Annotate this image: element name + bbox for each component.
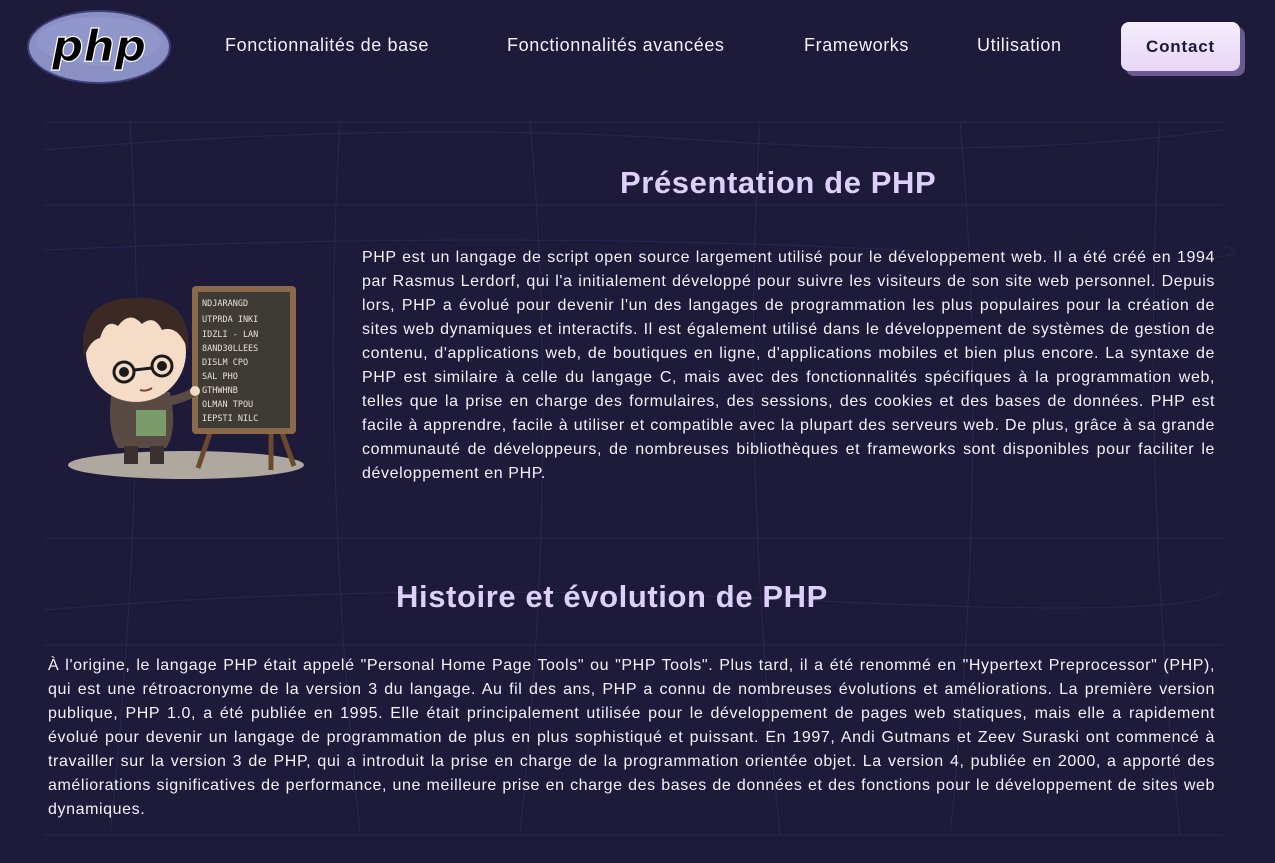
history-text: À l'origine, le langage PHP était appelé… — [48, 657, 1215, 818]
svg-text:8AND30LLEES: 8AND30LLEES — [202, 344, 258, 354]
presentation-title: Présentation de PHP — [620, 165, 937, 200]
svg-text:SAL PHO: SAL PHO — [202, 372, 238, 382]
developer-illustration: NDJARANGD UTPRDA INKI IDZLI - LAN 8AND30… — [68, 286, 304, 479]
nav-fonctionnalites-avancees[interactable]: Fonctionnalités avancées — [507, 35, 725, 56]
svg-text:OLMAN TPOU: OLMAN TPOU — [202, 400, 253, 410]
svg-text:NDJARANGD: NDJARANGD — [202, 299, 248, 309]
svg-text:IDZLI - LAN: IDZLI - LAN — [202, 330, 258, 340]
history-title: Histoire et évolution de PHP — [396, 579, 828, 614]
contact-button[interactable]: Contact — [1121, 22, 1240, 71]
svg-text:UTPRDA INKI: UTPRDA INKI — [202, 315, 258, 325]
svg-text:DISLM CPO: DISLM CPO — [202, 358, 248, 368]
nav-frameworks[interactable]: Frameworks — [804, 35, 909, 56]
svg-text:GTHWHNB: GTHWHNB — [202, 386, 238, 396]
site-header: php Fonctionnalités de base Fonctionnali… — [0, 0, 1275, 95]
presentation-text: PHP est un langage de script open source… — [362, 249, 1215, 482]
main-nav: Fonctionnalités de base Fonctionnalités … — [0, 0, 1275, 95]
nav-fonctionnalites-base[interactable]: Fonctionnalités de base — [225, 35, 429, 56]
nav-utilisation[interactable]: Utilisation — [977, 35, 1062, 56]
svg-text:IEPSTI NILC: IEPSTI NILC — [202, 414, 258, 424]
